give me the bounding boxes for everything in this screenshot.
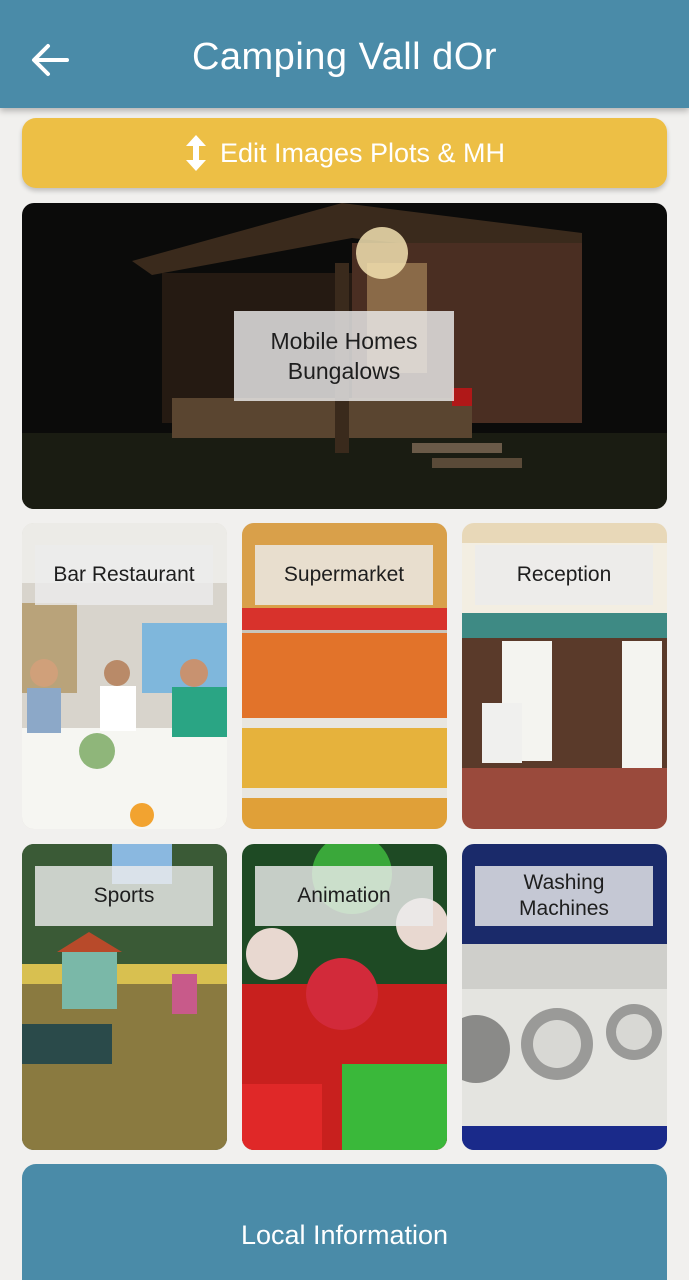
tile-label: Animation — [255, 866, 433, 926]
edit-images-label: Edit Images Plots & MH — [219, 137, 506, 168]
tile-sports[interactable]: Sports — [22, 844, 227, 1150]
tile-reception[interactable]: Reception — [462, 523, 667, 829]
tile-label: Bar Restaurant — [35, 545, 213, 605]
local-information-button[interactable]: Local Information — [22, 1164, 667, 1280]
tile-label: Washing Machines — [475, 866, 653, 926]
tile-mobile-homes[interactable]: Mobile Homes Bungalows — [22, 203, 667, 509]
page-title: Camping Vall dOr — [191, 36, 498, 78]
edit-images-button[interactable]: Edit Images Plots & MH — [22, 118, 667, 188]
swap-vertical-icon — [185, 135, 206, 171]
tile-label: Mobile Homes Bungalows — [234, 311, 454, 401]
tile-bar-restaurant[interactable]: Bar Restaurant — [22, 523, 227, 829]
tile-washing-machines[interactable]: Washing Machines — [462, 844, 667, 1150]
app-bar: Camping Vall dOr — [0, 0, 689, 108]
tile-label: Supermarket — [255, 545, 433, 605]
tile-supermarket[interactable]: Supermarket — [242, 523, 447, 829]
local-information-label: Local Information — [240, 1220, 449, 1250]
tile-label: Sports — [35, 866, 213, 926]
tile-animation[interactable]: Animation — [242, 844, 447, 1150]
tile-label: Reception — [475, 545, 653, 605]
